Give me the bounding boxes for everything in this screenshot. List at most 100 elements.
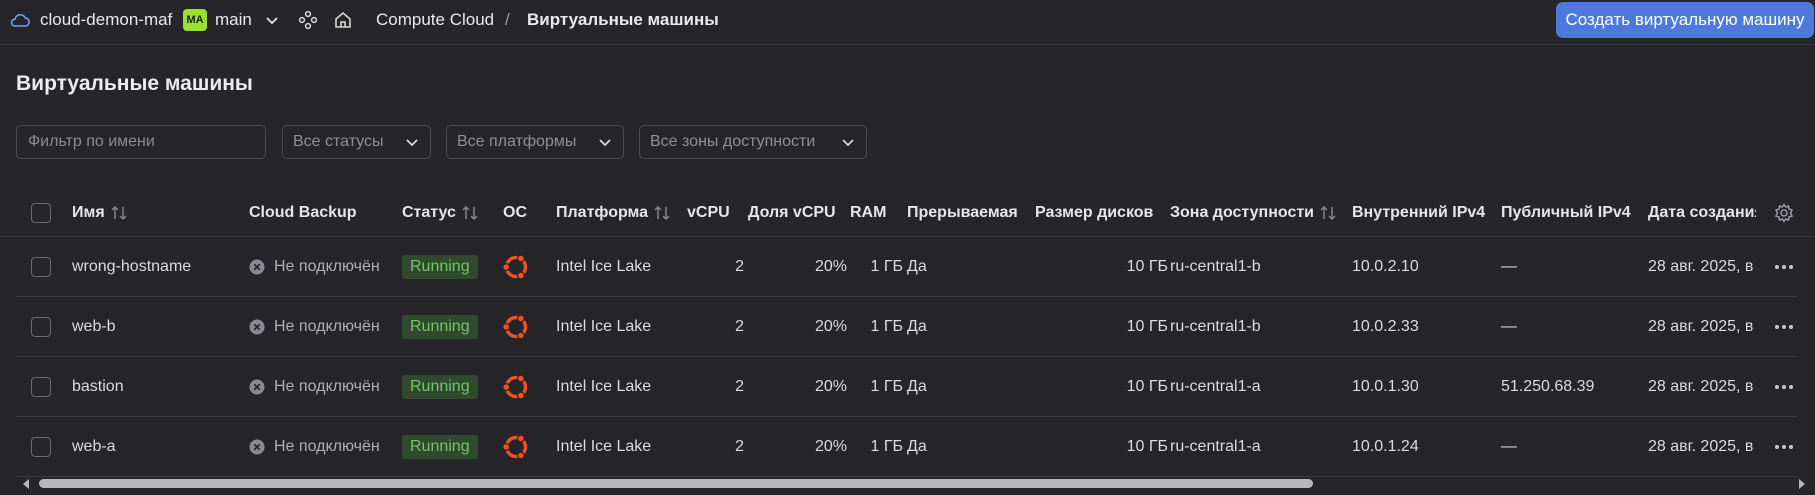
table-settings-gear-icon[interactable] [1774, 190, 1794, 236]
vcpu-share-value: 20% [814, 317, 847, 335]
cloud-name[interactable]: cloud-demon-maf [40, 0, 172, 40]
row-checkbox[interactable] [31, 357, 51, 416]
chevron-down-icon [599, 139, 611, 147]
chevron-down-icon [406, 139, 418, 147]
status-badge: Running [402, 297, 478, 356]
status-badge: Running [402, 237, 478, 296]
vcpu-value: 2 [735, 257, 744, 275]
scrollbar-thumb[interactable] [39, 479, 1313, 488]
zone-select-value: Все зоны доступности [650, 133, 816, 150]
top-bar: cloud-demon-maf MA main Compute Cloud / … [0, 0, 1815, 45]
column-status[interactable]: Статус [402, 190, 479, 236]
column-public-ip: Публичный IPv4 [1501, 204, 1631, 221]
backup-status: Не подключён [249, 297, 380, 356]
column-os: ОС [503, 204, 527, 221]
created-value: 28 авг. 2025, в [1648, 437, 1754, 455]
table-row[interactable]: wrong-hostname Не подключён Running Intel I… [16, 237, 1798, 297]
breadcrumb-service[interactable]: Compute Cloud [376, 0, 494, 40]
backup-disabled-icon [249, 439, 274, 455]
vcpu-value: 2 [735, 437, 744, 455]
zone-select[interactable]: Все зоны доступности [639, 125, 867, 159]
platform-select[interactable]: Все платформы [446, 125, 624, 159]
status-chip-label: Running [402, 434, 478, 459]
backup-status-label: Не подключён [274, 317, 380, 335]
column-zone[interactable]: Зона доступности [1170, 190, 1337, 236]
status-chip-label: Running [402, 254, 478, 279]
backup-status: Не подключён [249, 357, 380, 416]
row-checkbox[interactable] [31, 417, 51, 476]
internal-ip-value: 10.0.2.10 [1352, 257, 1419, 275]
ram-value: 1 ГБ [870, 377, 903, 395]
folder-chevron-down-icon[interactable] [264, 0, 280, 40]
backup-status-label: Не подключён [274, 377, 380, 395]
column-platform-label: Платформа [556, 204, 649, 221]
backup-status: Не подключён [249, 237, 380, 296]
horizontal-scrollbar[interactable] [0, 476, 1815, 490]
folder-name[interactable]: main [215, 0, 252, 40]
name-filter-input[interactable] [17, 126, 265, 158]
public-ip-value: — [1501, 317, 1517, 335]
row-checkbox[interactable] [31, 237, 51, 296]
ubuntu-icon [501, 417, 531, 476]
table-row[interactable]: bastion Не подключён Running Intel Ice Lake… [16, 357, 1798, 417]
backup-status-label: Не подключён [274, 257, 380, 275]
vcpu-share-value: 20% [814, 377, 847, 395]
more-actions-icon[interactable] [1774, 297, 1794, 356]
column-name[interactable]: Имя [72, 190, 128, 236]
disk-size-value: 10 ГБ [1126, 437, 1168, 455]
preemptible-value: Да [907, 317, 927, 335]
status-select[interactable]: Все статусы [282, 125, 431, 159]
backup-disabled-icon [249, 379, 274, 395]
internal-ip-value: 10.0.1.30 [1352, 377, 1419, 395]
row-checkbox[interactable] [31, 297, 51, 356]
scroll-left-arrow-icon[interactable] [20, 478, 32, 490]
platform-select-value: Все платформы [457, 133, 577, 150]
select-all-checkbox[interactable] [31, 190, 51, 236]
table-row[interactable]: web-a Не подключён Running Intel Ice Lake 2 2… [16, 417, 1798, 477]
workspace-badge[interactable]: MA [183, 0, 207, 40]
column-status-label: Статус [402, 204, 456, 221]
column-vcpu-share: Доля vCPU [748, 204, 836, 221]
more-actions-icon[interactable] [1774, 357, 1794, 416]
backup-status: Не подключён [249, 417, 380, 476]
home-icon[interactable] [333, 0, 353, 40]
scroll-right-arrow-icon[interactable] [1796, 478, 1808, 490]
ram-value: 1 ГБ [870, 257, 903, 275]
cloud-icon [10, 0, 30, 40]
table-header: Имя Cloud Backup Статус ОС Платформа vCP… [0, 190, 1815, 237]
create-vm-button[interactable]: Создать виртуальную машину [1556, 2, 1814, 38]
status-select-value: Все статусы [293, 133, 384, 150]
more-actions-icon[interactable] [1774, 417, 1794, 476]
platform-value: Intel Ice Lake [556, 317, 652, 335]
column-preemptible: Прерываемая [907, 204, 1018, 221]
chevron-down-icon [842, 139, 854, 147]
vm-name-link[interactable]: web-a [72, 417, 116, 476]
internal-ip-value: 10.0.2.33 [1352, 317, 1419, 335]
vm-name-link[interactable]: web-b [72, 297, 116, 356]
column-vcpu: vCPU [687, 204, 730, 221]
services-icon[interactable] [298, 0, 318, 40]
ubuntu-icon [501, 237, 531, 296]
vm-name-link[interactable]: wrong-hostname [72, 237, 191, 296]
preemptible-value: Да [907, 257, 927, 275]
vm-name-link[interactable]: bastion [72, 357, 124, 416]
disk-size-value: 10 ГБ [1126, 377, 1168, 395]
zone-value: ru-central1-a [1170, 377, 1261, 395]
created-value: 28 авг. 2025, в [1648, 377, 1754, 395]
page-title: Виртуальные машины [16, 72, 253, 95]
platform-value: Intel Ice Lake [556, 257, 652, 275]
public-ip-value: — [1501, 437, 1517, 455]
backup-disabled-icon [249, 259, 274, 275]
ram-value: 1 ГБ [870, 317, 903, 335]
ubuntu-icon [501, 297, 531, 356]
table-row[interactable]: web-b Не подключён Running Intel Ice Lake 2 2… [16, 297, 1798, 357]
breadcrumb-current: Виртуальные машины [527, 10, 719, 29]
column-created: Дата создания [1648, 204, 1756, 221]
column-internal-ip: Внутренний IPv4 [1352, 204, 1486, 221]
column-platform[interactable]: Платформа [556, 190, 671, 236]
breadcrumb-separator: / [505, 10, 510, 29]
status-badge: Running [402, 417, 478, 476]
more-actions-icon[interactable] [1774, 237, 1794, 296]
status-badge: Running [402, 357, 478, 416]
created-value: 28 авг. 2025, в [1648, 257, 1754, 275]
